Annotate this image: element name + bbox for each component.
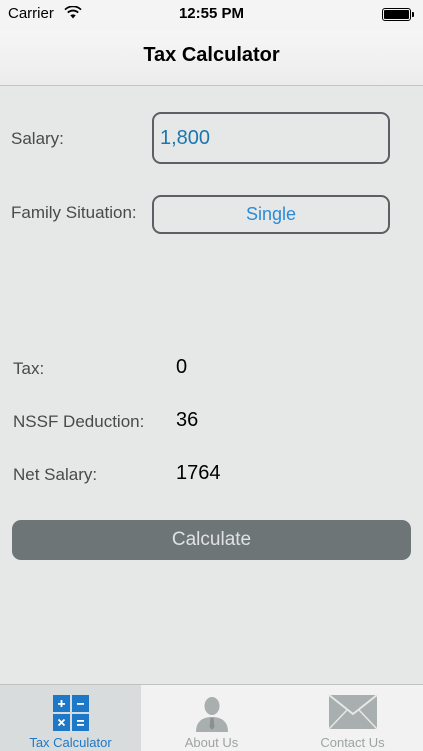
envelope-icon	[327, 694, 378, 730]
tab-label-contact-us: Contact Us	[320, 735, 385, 750]
family-situation-label: Family Situation:	[11, 203, 137, 222]
status-bar: Carrier 12:55 PM	[0, 0, 423, 30]
tax-label: Tax:	[13, 359, 45, 378]
battery-icon	[382, 8, 411, 21]
net-salary-value: 1764	[176, 462, 221, 484]
page-title: Tax Calculator	[143, 44, 280, 66]
net-salary-label: Net Salary:	[13, 465, 98, 484]
tab-label-about-us: About Us	[184, 735, 239, 750]
tab-contact-us[interactable]: Contact Us	[282, 685, 423, 751]
person-icon	[195, 697, 228, 732]
nssf-label: NSSF Deduction:	[13, 412, 145, 431]
tab-about-us[interactable]: About Us	[141, 685, 282, 751]
nssf-value: 36	[176, 409, 199, 431]
calculator-icon	[52, 695, 89, 731]
battery-tip	[412, 12, 414, 17]
tab-label-tax-calculator: Tax Calculator	[29, 735, 112, 750]
tab-bar: Tax Calculator About Us Contact Us	[0, 684, 423, 751]
calculate-button[interactable]: Calculate	[12, 520, 411, 560]
clock: 12:55 PM	[178, 5, 245, 22]
navigation-bar: Tax Calculator	[0, 30, 423, 86]
family-situation-select[interactable]: Single	[152, 195, 390, 234]
tax-value: 0	[176, 356, 188, 378]
salary-label: Salary:	[11, 129, 64, 148]
salary-input[interactable]: 1,800	[152, 112, 390, 164]
tab-tax-calculator[interactable]: Tax Calculator	[0, 685, 141, 751]
